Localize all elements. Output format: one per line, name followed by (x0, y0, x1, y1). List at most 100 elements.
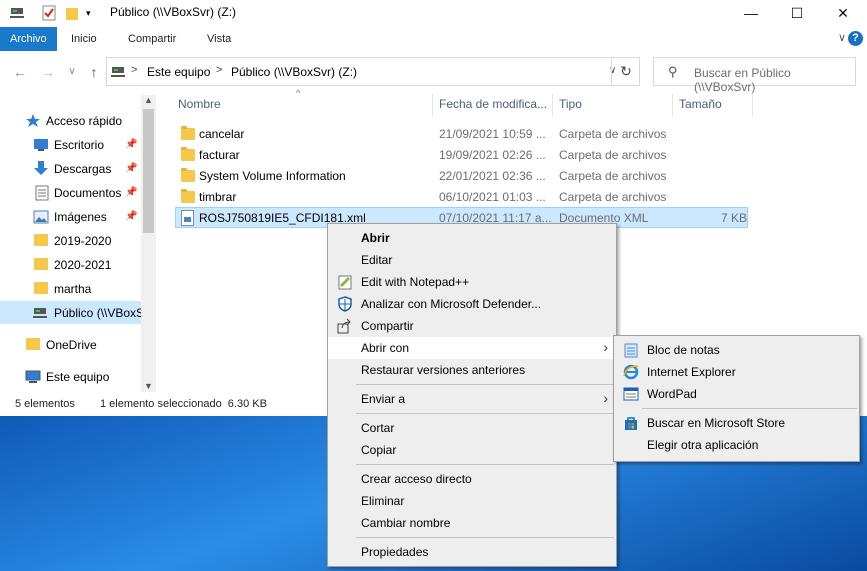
menu-item-buscar-store[interactable]: Buscar en Microsoft Store (614, 412, 859, 434)
table-row[interactable]: timbrar 06/10/2021 01:03 ... Carpeta de … (175, 187, 748, 208)
store-bag-icon (623, 415, 639, 431)
pin-icon: 📌 (125, 187, 138, 198)
refresh-icon[interactable]: ↻ (611, 57, 640, 86)
nav-item-descargas[interactable]: Descargas 📌 (0, 157, 141, 180)
star-icon (25, 114, 41, 128)
breadcrumb-drive[interactable]: Público (\\VBoxSvr) (Z:) (231, 65, 357, 79)
status-selection: 1 elemento seleccionado 6.30 KB (100, 398, 267, 410)
folder-icon (26, 337, 42, 351)
close-button[interactable]: ✕ (820, 0, 866, 26)
recent-locations-icon[interactable]: ∨ (62, 62, 82, 82)
breadcrumb-separator[interactable]: > (131, 64, 137, 76)
menu-item-bloc-de-notas[interactable]: Bloc de notas (614, 339, 859, 361)
tab-compartir[interactable]: Compartir (128, 27, 176, 51)
menu-separator (356, 464, 614, 465)
column-divider[interactable] (672, 93, 673, 117)
search-input[interactable]: Buscar en Público (\\VBoxSvr) (694, 66, 855, 94)
folder-icon (181, 189, 195, 203)
nav-item-2019-2020[interactable]: 2019-2020 (0, 229, 141, 252)
menu-separator (356, 537, 614, 538)
column-divider[interactable] (752, 93, 753, 117)
menu-item-abrir[interactable]: Abrir (328, 227, 616, 249)
maximize-button[interactable]: ☐ (774, 0, 820, 26)
tab-inicio[interactable]: Inicio (71, 27, 97, 51)
table-row[interactable]: cancelar 21/09/2021 10:59 ... Carpeta de… (175, 124, 748, 145)
column-header-tipo[interactable]: Tipo (559, 97, 582, 111)
menu-item-cambiar-nombre[interactable]: Cambiar nombre (328, 512, 616, 534)
column-header-nombre[interactable]: Nombre (178, 97, 221, 111)
menu-item-wordpad[interactable]: WordPad (614, 383, 859, 405)
nav-item-documentos[interactable]: Documentos 📌 (0, 181, 141, 204)
menu-item-enviar-a[interactable]: Enviar a › (328, 388, 616, 410)
menu-separator (642, 408, 857, 409)
up-arrow-icon[interactable]: ↑ (84, 62, 104, 82)
network-drive-icon (33, 306, 49, 320)
menu-item-abrir-con[interactable]: Abrir con › (328, 337, 616, 359)
internet-explorer-icon (623, 364, 639, 380)
pin-icon: 📌 (125, 211, 138, 222)
nav-item-acceso-rapido[interactable]: Acceso rápido (0, 109, 141, 132)
nav-item-escritorio[interactable]: Escritorio 📌 (0, 133, 141, 156)
scroll-down-icon[interactable]: ▼ (144, 381, 153, 391)
folder-icon (181, 168, 195, 182)
scroll-up-icon[interactable]: ▲ (144, 95, 153, 105)
menu-item-internet-explorer[interactable]: Internet Explorer (614, 361, 859, 383)
tab-vista[interactable]: Vista (207, 27, 231, 51)
menu-item-editar[interactable]: Editar (328, 249, 616, 271)
download-arrow-icon (33, 161, 49, 175)
address-bar[interactable]: > Este equipo > Público (\\VBoxSvr) (Z:)… (106, 57, 640, 86)
navigation-pane: Acceso rápido Escritorio 📌 Descargas 📌 D… (0, 95, 156, 392)
nav-item-imagenes[interactable]: Imágenes 📌 (0, 205, 141, 228)
menu-item-crear-acceso-directo[interactable]: Crear acceso directo (328, 468, 616, 490)
nav-pane-scrollbar[interactable]: ▲ ▼ (141, 95, 156, 392)
back-arrow-icon[interactable]: ← (10, 62, 30, 82)
column-header-fecha[interactable]: Fecha de modifica... (439, 97, 547, 111)
nav-item-este-equipo[interactable]: Este equipo (0, 365, 141, 388)
folder-icon (34, 233, 50, 247)
ribbon-expand-icon[interactable]: ∨ (838, 31, 846, 44)
folder-icon (34, 281, 50, 295)
menu-item-eliminar[interactable]: Eliminar (328, 490, 616, 512)
scrollbar-thumb[interactable] (143, 109, 154, 233)
share-icon (337, 318, 353, 334)
nav-item-2020-2021[interactable]: 2020-2021 (0, 253, 141, 276)
nav-item-onedrive[interactable]: OneDrive (0, 333, 141, 356)
status-item-count: 5 elementos (15, 398, 75, 410)
forward-arrow-icon[interactable]: → (38, 62, 58, 82)
column-header-tamano[interactable]: Tamaño (679, 97, 722, 111)
open-with-submenu: Bloc de notas Internet Explorer WordPad … (613, 335, 860, 462)
menu-item-defender[interactable]: Analizar con Microsoft Defender... (328, 293, 616, 315)
search-box[interactable]: ⚲ Buscar en Público (\\VBoxSvr) (653, 57, 856, 94)
menu-item-cortar[interactable]: Cortar (328, 417, 616, 439)
table-row[interactable]: System Volume Information 22/01/2021 02:… (175, 166, 748, 187)
tab-archivo[interactable]: Archivo (0, 27, 57, 51)
sort-ascending-icon: ^ (296, 88, 301, 98)
new-folder-icon[interactable] (65, 4, 79, 22)
menu-item-propiedades[interactable]: Propiedades (328, 541, 616, 563)
menu-separator (356, 413, 614, 414)
nav-item-martha[interactable]: martha (0, 277, 141, 300)
breadcrumb-separator[interactable]: > (216, 64, 222, 76)
menu-item-copiar[interactable]: Copiar (328, 439, 616, 461)
xml-file-icon (181, 210, 194, 226)
breadcrumb-este-equipo[interactable]: Este equipo (147, 65, 210, 79)
column-divider[interactable] (552, 93, 553, 117)
menu-item-elegir-otra-app[interactable]: Elegir otra aplicación (614, 434, 859, 456)
network-drive-icon (10, 4, 24, 22)
nav-item-publico[interactable]: Público (\\VBoxSvr) (0, 301, 141, 324)
title-bar: ▾ Público (\\VBoxSvr) (Z:) — ☐ ✕ (0, 0, 867, 26)
menu-item-edit-notepadpp[interactable]: Edit with Notepad++ (328, 271, 616, 293)
table-row[interactable]: facturar 19/09/2021 02:26 ... Carpeta de… (175, 145, 748, 166)
defender-shield-icon (337, 296, 353, 312)
minimize-button[interactable]: — (728, 0, 774, 26)
help-icon[interactable]: ? (848, 31, 863, 46)
notepadpp-icon (337, 274, 353, 290)
menu-item-restaurar[interactable]: Restaurar versiones anteriores (328, 359, 616, 381)
folder-icon (34, 257, 50, 271)
column-divider[interactable] (432, 93, 433, 117)
menu-item-compartir[interactable]: Compartir (328, 315, 616, 337)
drive-icon (111, 65, 125, 82)
menu-separator (356, 384, 614, 385)
qat-dropdown-icon[interactable]: ▾ (86, 4, 91, 22)
properties-check-icon[interactable] (42, 4, 56, 22)
